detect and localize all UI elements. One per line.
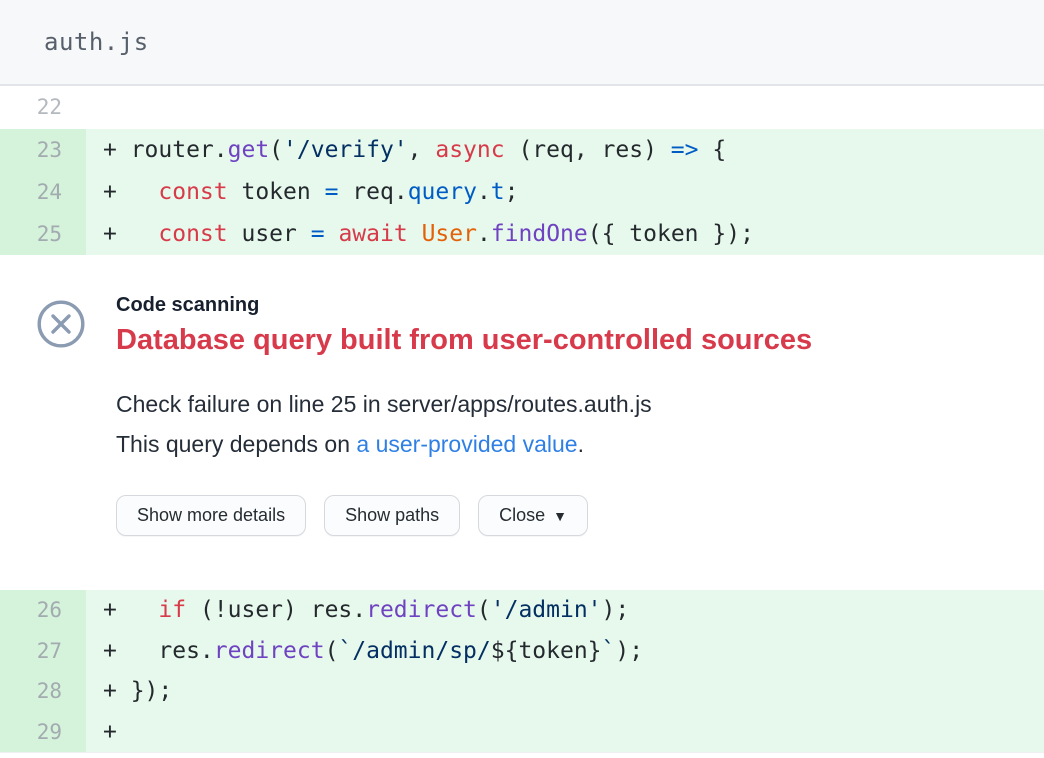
diff-line-27: 27+ res.redirect(`/admin/sp/${token}`);	[0, 631, 1044, 672]
user-provided-value-link[interactable]: a user-provided value	[356, 431, 577, 457]
code-token: `/admin/sp/	[338, 638, 490, 664]
bottom-strip	[0, 752, 1044, 758]
code-token: +	[103, 221, 158, 247]
code-line: + const user = await User.findOne({ toke…	[86, 213, 1044, 255]
diff-view: auth.js 2223+ router.get('/verify', asyn…	[0, 0, 1044, 758]
diff-line-24: 24+ const token = req.query.t;	[0, 171, 1044, 213]
code-line: + const token = req.query.t;	[86, 171, 1044, 213]
code-token: '/verify'	[283, 137, 408, 163]
code-token: async	[435, 137, 504, 163]
code-token: + router.	[103, 137, 228, 163]
code-token: +	[103, 719, 117, 745]
code-token: findOne	[491, 221, 588, 247]
line-number[interactable]: 26	[0, 590, 86, 631]
show-paths-button[interactable]: Show paths	[324, 495, 460, 536]
diff-line-29: 29 +	[0, 712, 1044, 753]
alert-title: Database query built from user-controlle…	[116, 324, 812, 357]
code-token: .	[477, 179, 491, 205]
show-more-details-button[interactable]: Show more details	[116, 495, 306, 536]
x-circle-icon	[36, 299, 86, 590]
code-token: user	[228, 221, 311, 247]
line-number[interactable]: 23	[0, 129, 86, 171]
line-number[interactable]: 24	[0, 171, 86, 213]
code-token: const	[158, 179, 227, 205]
code-token: if	[158, 597, 186, 623]
diff-line-23: 23+ router.get('/verify', async (req, re…	[0, 129, 1044, 171]
code-token: ${token}	[491, 638, 602, 664]
code-token: {	[698, 137, 726, 163]
alert-description-line2: This query depends on a user-provided va…	[116, 431, 812, 458]
alert-description-line2-prefix: This query depends on	[116, 431, 356, 457]
code-token: ,	[408, 137, 436, 163]
code-token: (	[477, 597, 491, 623]
diff-line-26: 26+ if (!user) res.redirect('/admin');	[0, 590, 1044, 631]
code-token: (!user) res.	[186, 597, 366, 623]
code-token: .	[477, 221, 491, 247]
alert-category: Code scanning	[116, 294, 812, 317]
code-token: +	[103, 179, 158, 205]
alert-description-line2-suffix: .	[578, 431, 584, 457]
code-token: (	[325, 638, 339, 664]
diff-line-22: 22	[0, 86, 1044, 129]
code-token: token	[228, 179, 325, 205]
caret-down-icon: ▼	[553, 508, 567, 524]
code-token: (req, res)	[505, 137, 671, 163]
button-label: Close	[499, 505, 545, 526]
diff-block-top: 2223+ router.get('/verify', async (req, …	[0, 86, 1044, 255]
line-number[interactable]: 27	[0, 631, 86, 672]
code-token	[325, 221, 339, 247]
line-number[interactable]: 22	[0, 86, 86, 129]
code-token: '/admin'	[491, 597, 602, 623]
button-label: Show paths	[345, 505, 439, 526]
code-line: + });	[86, 671, 1044, 712]
code-line	[86, 86, 1044, 129]
code-token: =	[325, 179, 339, 205]
code-scanning-alert: Code scanning Database query built from …	[0, 255, 1044, 590]
code-token: get	[228, 137, 270, 163]
code-token: User	[422, 221, 477, 247]
alert-buttons-row: Show more details Show paths Close ▼	[116, 495, 812, 536]
code-token: `	[602, 638, 616, 664]
code-line: +	[86, 712, 1044, 753]
button-label: Show more details	[137, 505, 285, 526]
code-line: + if (!user) res.redirect('/admin');	[86, 590, 1044, 631]
code-token: + });	[103, 678, 172, 704]
diff-line-25: 25+ const user = await User.findOne({ to…	[0, 213, 1044, 255]
code-token: const	[158, 221, 227, 247]
code-token: req.	[338, 179, 407, 205]
alert-description-line1: Check failure on line 25 in server/apps/…	[116, 391, 812, 418]
code-token: redirect	[366, 597, 477, 623]
line-number[interactable]: 29	[0, 712, 86, 753]
code-token: t	[491, 179, 505, 205]
alert-content: Code scanning Database query built from …	[116, 291, 812, 590]
code-line: + res.redirect(`/admin/sp/${token}`);	[86, 631, 1044, 672]
code-token	[408, 221, 422, 247]
code-token: redirect	[214, 638, 325, 664]
code-token: query	[408, 179, 477, 205]
close-button[interactable]: Close ▼	[478, 495, 588, 536]
diff-block-bottom: 26+ if (!user) res.redirect('/admin');27…	[0, 590, 1044, 752]
line-number[interactable]: 25	[0, 213, 86, 255]
code-token: + res.	[103, 638, 214, 664]
file-header: auth.js	[0, 0, 1044, 86]
code-token: +	[103, 597, 158, 623]
code-token: (	[269, 137, 283, 163]
code-token: ({ token });	[588, 221, 754, 247]
line-number[interactable]: 28	[0, 671, 86, 712]
code-token: =	[311, 221, 325, 247]
code-token: =>	[671, 137, 699, 163]
diff-line-28: 28 + });	[0, 671, 1044, 712]
code-line: + router.get('/verify', async (req, res)…	[86, 129, 1044, 171]
code-token: await	[338, 221, 407, 247]
code-token: );	[602, 597, 630, 623]
file-name: auth.js	[44, 28, 149, 56]
code-token: );	[615, 638, 643, 664]
code-token: ;	[505, 179, 519, 205]
